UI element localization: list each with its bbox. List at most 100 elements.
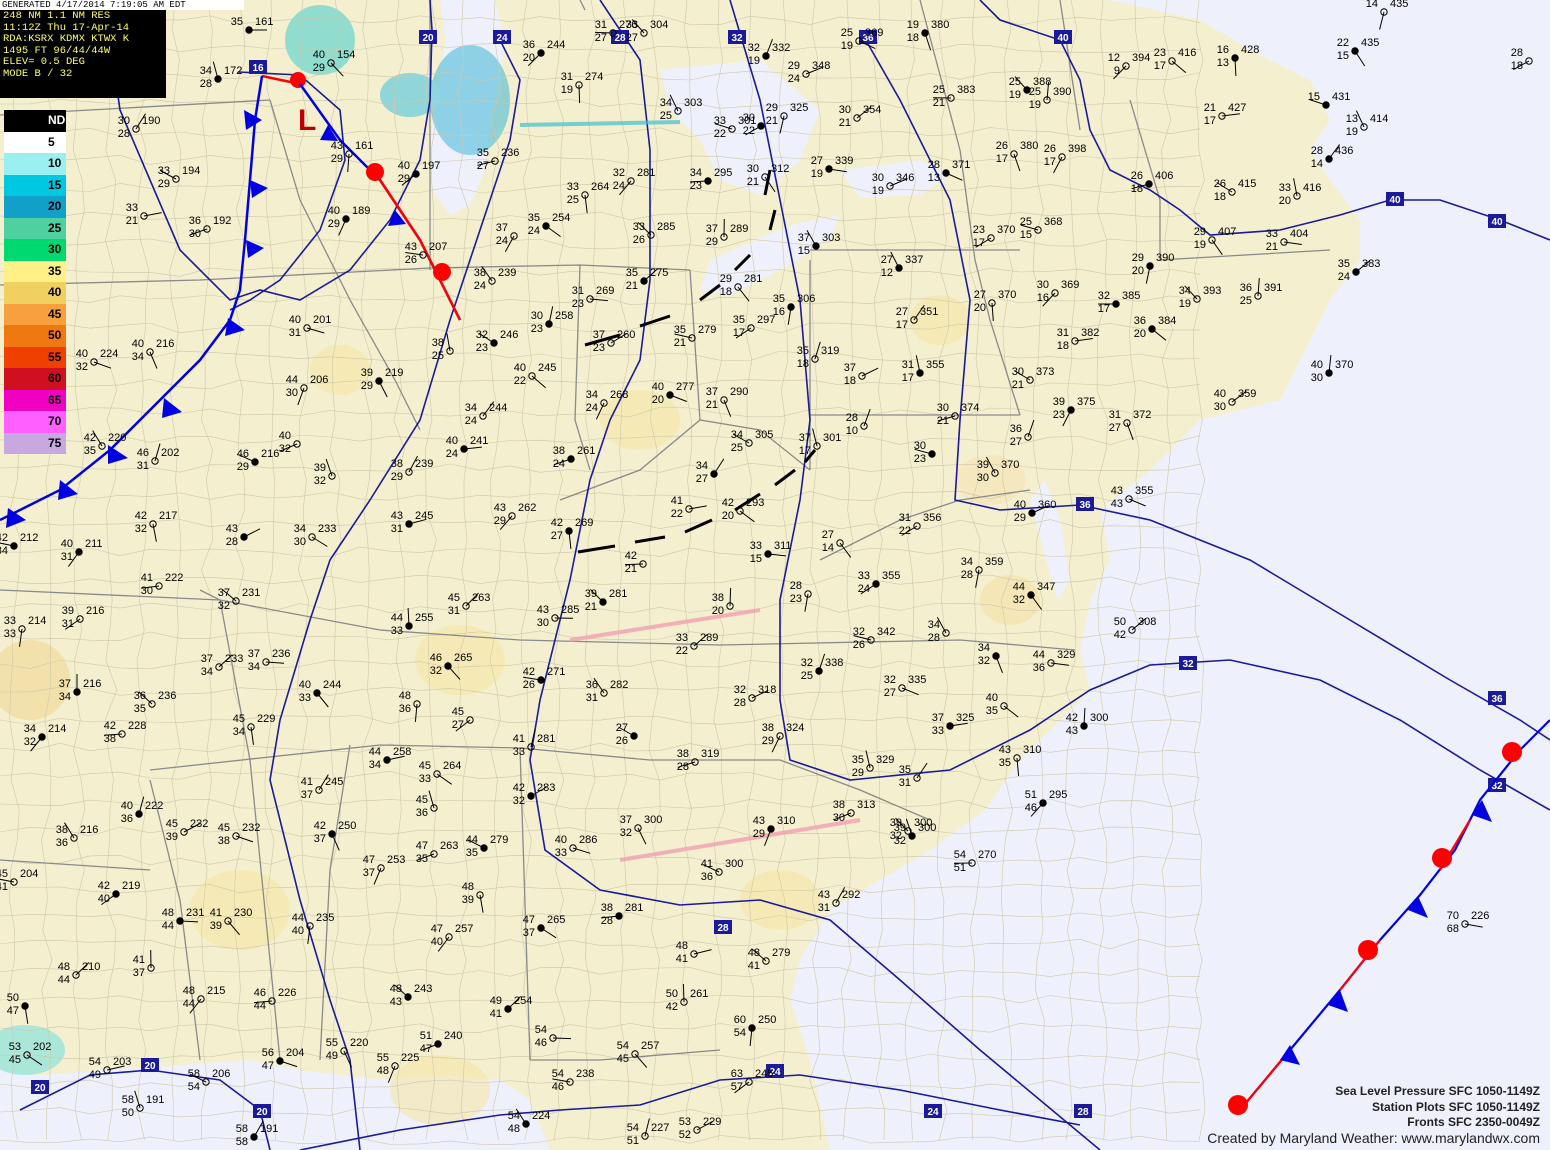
station-dewpoint: 33 [513,746,525,758]
station-temperature: 35 [773,293,785,305]
credit-line-pressure: Sea Level Pressure SFC 1050-1149Z [1335,1084,1540,1098]
station-dewpoint: 31 [899,777,911,789]
station-temperature: 43 [753,815,765,827]
station-dewpoint: 30 [141,585,153,597]
station-pressure: 346 [896,172,914,184]
station-temperature: 23 [973,224,985,236]
station-pressure: 391 [1264,282,1282,294]
station-pressure: 202 [33,1041,51,1053]
station-temperature: 39 [314,462,326,474]
station-dewpoint: 34 [248,661,260,673]
station-temperature: 48 [462,881,474,893]
station-dewpoint: 47 [262,1060,274,1072]
station-pressure: 279 [490,834,508,846]
station-temperature: 29 [766,102,778,114]
station-temperature: 35 [733,314,745,326]
station-temperature: 43 [1111,485,1123,497]
station-dewpoint: 19 [1194,239,1206,251]
station-temperature: 35 [528,212,540,224]
station-temperature: 31 [899,512,911,524]
station-dewpoint: 30 [833,812,845,824]
station-pressure: 380 [931,19,949,31]
station-pressure: 297 [757,314,775,326]
station-pressure: 201 [313,314,331,326]
station-dewpoint: 14 [1311,158,1323,170]
station-pressure: 325 [790,102,808,114]
station-pressure: 281 [637,167,655,179]
station-temperature: 25 [1009,76,1021,88]
station-pressure: 244 [489,402,507,414]
station-dewpoint: 20 [1279,195,1291,207]
station-temperature: 27 [881,254,893,266]
station-pressure: 332 [772,42,790,54]
station-pressure: 306 [797,293,815,305]
station-dewpoint: 28 [601,915,613,927]
station-temperature: 31 [595,19,607,31]
legend-label: 20 [48,199,62,213]
station-dewpoint: 43 [1066,725,1078,737]
station-dewpoint: 9 [1114,65,1120,77]
station-dewpoint: 28 [226,536,238,548]
station-pressure: 285 [561,604,579,616]
station-dewpoint: 31 [586,692,598,704]
station-dewpoint: 44 [183,998,195,1010]
radar-info-line: MODE B / 32 [3,67,73,80]
station-dewpoint: 27 [1109,422,1121,434]
station-pressure: 228 [128,720,146,732]
legend-entry: 40 [4,282,66,304]
station-pressure: 369 [865,27,883,39]
station-dewpoint: 35 [466,847,478,859]
station-temperature: 30 [839,104,851,116]
station-pressure: 250 [758,1014,776,1026]
station-temperature: 54 [535,1024,547,1036]
station-temperature: 33 [750,540,762,552]
station-pressure: 335 [908,674,926,686]
station-pressure: 416 [1178,47,1196,59]
station-pressure: 281 [744,273,762,285]
station-temperature: 27 [974,289,986,301]
station-temperature: 32 [853,626,865,638]
station-dewpoint: 31 [61,551,73,563]
station-dewpoint: 35 [134,703,146,715]
station-dewpoint: 40 [98,893,110,905]
station-dewpoint: 19 [748,55,760,67]
station-temperature: 32 [748,42,760,54]
station-temperature: 34 [961,556,973,568]
station-pressure: 230 [234,907,252,919]
station-temperature: 53 [679,1116,691,1128]
station-temperature: 46 [237,448,249,460]
station-temperature: 36 [523,39,535,51]
isobar-label: 36 [1076,497,1094,511]
station-dewpoint: 27 [884,687,896,699]
station-pressure: 271 [547,666,565,678]
station-temperature: 38 [474,267,486,279]
station-temperature: 31 [1109,409,1121,421]
legend-label: 75 [48,435,62,450]
station-dewpoint: 29 [361,380,373,392]
station-temperature: 33 [567,181,579,193]
warm-front-bump [1432,848,1452,868]
station-dewpoint: 17 [1154,60,1166,72]
station-pressure: 172 [224,65,242,77]
station-dewpoint: 17 [799,445,811,457]
station-pressure: 211 [85,538,103,550]
station-dewpoint: 22 [899,525,911,537]
station-dewpoint: 23 [790,593,802,605]
station-temperature: 39 [890,817,902,829]
station-temperature: 37 [496,222,508,234]
station-pressure: 303 [684,97,702,109]
station-dewpoint: 33 [4,628,16,640]
station-pressure: 310 [777,815,795,827]
station-dewpoint: 35 [986,705,998,717]
station-temperature: 54 [617,1040,629,1052]
svg-text:32: 32 [731,33,743,44]
station-temperature: 48 [58,961,70,973]
station-temperature: 36 [134,690,146,702]
station-dewpoint: 17 [1204,115,1216,127]
station-pressure: 356 [923,512,941,524]
svg-text:20: 20 [256,1107,268,1118]
station-dewpoint: 27 [1010,436,1022,448]
station-temperature: 43 [391,510,403,522]
station-pressure: 212 [20,532,38,544]
station-dewpoint: 38 [218,835,230,847]
